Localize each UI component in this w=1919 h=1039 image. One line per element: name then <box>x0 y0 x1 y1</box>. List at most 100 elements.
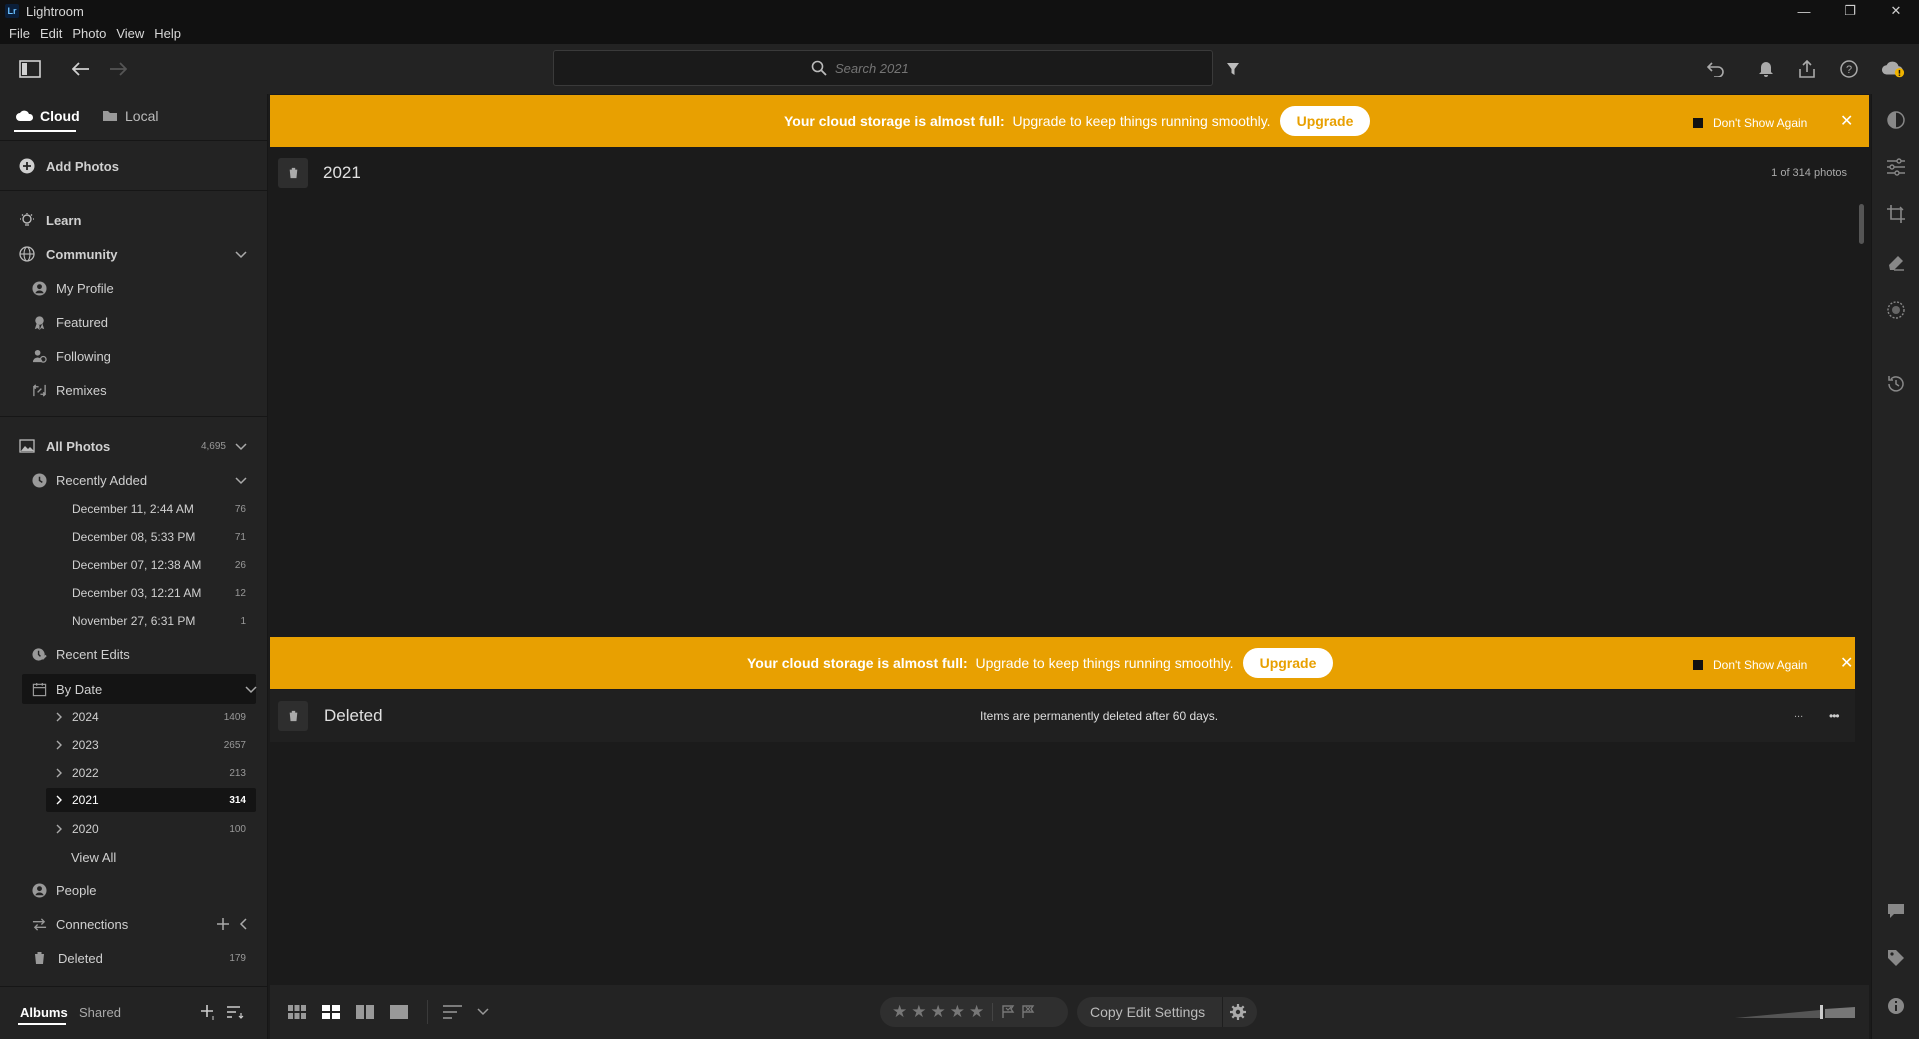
upgrade-button[interactable]: Upgrade <box>1280 106 1370 136</box>
healing-eraser-icon[interactable] <box>1884 250 1908 274</box>
menu-view[interactable]: View <box>111 26 149 41</box>
keywords-tag-icon[interactable] <box>1884 946 1908 970</box>
detail-view-icon[interactable] <box>387 1000 411 1024</box>
flag-pick-icon[interactable] <box>1001 1005 1015 1019</box>
cloud-sync-warning-icon[interactable] <box>1881 57 1905 81</box>
sidebar-item-learn[interactable]: Learn <box>0 208 268 232</box>
close-banner-icon[interactable]: ✕ <box>1840 111 1853 131</box>
menu-edit[interactable]: Edit <box>35 26 67 41</box>
chevron-down-icon[interactable] <box>234 473 248 487</box>
menu-photo[interactable]: Photo <box>67 26 111 41</box>
square-grid-view-icon[interactable] <box>285 1000 309 1024</box>
crop-icon[interactable] <box>1884 202 1908 226</box>
list-item[interactable]: December 03, 12:21 AM 12 <box>0 582 268 604</box>
list-item[interactable]: 2022 213 <box>0 762 268 784</box>
chevron-right-icon[interactable] <box>54 795 64 805</box>
restore-button[interactable]: ❐ <box>1827 0 1873 22</box>
gear-icon[interactable] <box>1229 1003 1247 1021</box>
photo-grid-view-icon[interactable] <box>319 1000 343 1024</box>
close-window-button[interactable]: ✕ <box>1873 0 1919 22</box>
info-icon[interactable] <box>1884 994 1908 1018</box>
chevron-down-icon[interactable] <box>234 439 248 453</box>
search-box[interactable] <box>553 50 1213 86</box>
notifications-bell-icon[interactable] <box>1754 57 1778 81</box>
more-options-icon[interactable]: ••• <box>1829 709 1840 723</box>
star-5-icon[interactable]: ★ <box>969 1002 984 1022</box>
add-photos-button[interactable]: Add Photos <box>0 154 268 178</box>
sidebar-item-community[interactable]: Community <box>0 242 268 266</box>
trash-button[interactable] <box>278 158 308 188</box>
sidebar-item-all-photos[interactable]: All Photos 4,695 <box>0 434 268 458</box>
star-2-icon[interactable]: ★ <box>911 1002 926 1022</box>
chevron-left-icon[interactable] <box>238 918 250 930</box>
sidebar-item-featured[interactable]: Featured <box>0 310 268 334</box>
dont-show-again-checkbox[interactable]: Don't Show Again <box>1693 116 1807 130</box>
chevron-right-icon[interactable] <box>54 768 64 778</box>
list-item[interactable]: 2023 2657 <box>0 734 268 756</box>
star-1-icon[interactable]: ★ <box>892 1002 907 1022</box>
list-item[interactable]: December 07, 12:38 AM 26 <box>0 554 268 576</box>
sidebar-item-deleted[interactable]: Deleted 179 <box>0 946 268 970</box>
sidebar-item-by-date[interactable]: By Date <box>22 674 258 704</box>
sidebar-item-following[interactable]: Following <box>0 344 268 368</box>
tab-shared[interactable]: Shared <box>79 1005 121 1020</box>
add-connection-plus-icon[interactable] <box>216 917 230 931</box>
edit-presets-icon[interactable] <box>1884 108 1908 132</box>
sidebar-item-people[interactable]: People <box>0 878 268 902</box>
back-arrow-icon[interactable] <box>69 57 93 81</box>
tab-albums[interactable]: Albums <box>20 1005 68 1020</box>
masking-icon[interactable] <box>1884 298 1908 322</box>
compare-view-icon[interactable] <box>353 1000 377 1024</box>
sidebar-item-connections[interactable]: Connections <box>0 912 268 936</box>
thumbnail-size-slider[interactable] <box>1735 1003 1855 1021</box>
view-all-link[interactable]: View All <box>0 846 268 868</box>
tab-local[interactable]: Local <box>102 108 158 124</box>
sort-icon[interactable] <box>441 1000 465 1024</box>
search-input[interactable] <box>835 60 955 76</box>
undo-icon[interactable] <box>1704 57 1728 81</box>
list-item[interactable]: 2024 1409 <box>0 706 268 728</box>
history-icon[interactable] <box>1884 372 1908 396</box>
list-item[interactable]: December 11, 2:44 AM 76 <box>0 498 268 520</box>
tab-cloud[interactable]: Cloud <box>16 108 80 124</box>
dont-show-again-checkbox[interactable]: Don't Show Again <box>1693 658 1807 672</box>
list-item-selected[interactable]: 2021 314 <box>46 788 256 812</box>
forward-arrow-icon[interactable] <box>106 57 130 81</box>
comments-icon[interactable] <box>1884 899 1908 923</box>
albums-shared-tabs: Albums Shared <box>0 1000 268 1025</box>
star-4-icon[interactable]: ★ <box>950 1002 965 1022</box>
svg-text:?: ? <box>1846 64 1852 76</box>
chevron-right-icon[interactable] <box>54 824 64 834</box>
flag-reject-icon[interactable] <box>1021 1005 1035 1019</box>
star-3-icon[interactable]: ★ <box>931 1002 946 1022</box>
small-more-icon[interactable]: ... <box>1794 708 1803 720</box>
sidebar-item-my-profile[interactable]: My Profile <box>0 276 268 300</box>
trash-button[interactable] <box>278 701 308 731</box>
chevron-down-icon[interactable] <box>244 682 258 696</box>
upgrade-button[interactable]: Upgrade <box>1243 648 1333 678</box>
sort-chevron-down-icon[interactable] <box>471 1000 495 1024</box>
chevron-right-icon[interactable] <box>54 740 64 750</box>
close-banner-icon[interactable]: ✕ <box>1840 653 1853 673</box>
help-icon[interactable]: ? <box>1837 57 1861 81</box>
list-item[interactable]: November 27, 6:31 PM 1 <box>0 610 268 632</box>
list-item[interactable]: 2020 100 <box>0 818 268 840</box>
toggle-panel-icon[interactable] <box>18 57 42 81</box>
filter-icon[interactable] <box>1221 57 1245 81</box>
chevron-right-icon[interactable] <box>54 712 64 722</box>
sidebar-item-recently-added[interactable]: Recently Added <box>0 468 268 492</box>
trash-icon <box>288 710 298 722</box>
menu-help[interactable]: Help <box>149 26 186 41</box>
adjust-sliders-icon[interactable] <box>1884 155 1908 179</box>
scrollbar-thumb[interactable] <box>1859 204 1864 244</box>
chevron-down-icon[interactable] <box>234 247 248 261</box>
minimize-button[interactable]: — <box>1781 0 1827 22</box>
sidebar-item-remixes[interactable]: Remixes <box>0 378 268 402</box>
list-item[interactable]: December 08, 5:33 PM 71 <box>0 526 268 548</box>
copy-edit-settings-button[interactable]: Copy Edit Settings <box>1090 1004 1205 1020</box>
sort-albums-icon[interactable] <box>226 1005 244 1019</box>
add-album-plus-icon[interactable] <box>200 1004 216 1020</box>
share-icon[interactable] <box>1795 57 1819 81</box>
sidebar-item-recent-edits[interactable]: Recent Edits <box>0 642 268 666</box>
menu-file[interactable]: File <box>4 26 35 41</box>
